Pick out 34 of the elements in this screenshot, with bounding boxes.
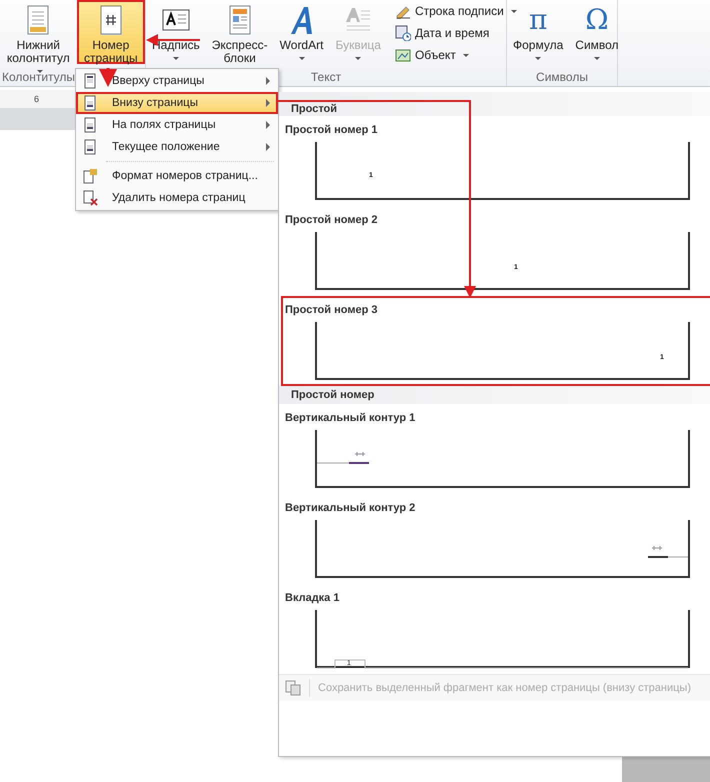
group-label: Символы (536, 70, 588, 84)
section-header: Простой (279, 92, 710, 116)
omega-icon: Ω (585, 5, 609, 35)
ribbon-button[interactable]: Ω Символ (569, 0, 625, 64)
page-icon (82, 73, 98, 89)
menu-item[interactable]: Текущее положение (76, 136, 278, 158)
menu-item[interactable]: Формат номеров страниц... (76, 165, 278, 187)
object-icon (394, 47, 411, 63)
group-label: Колонтитулы (2, 70, 76, 84)
submenu-arrow-icon (266, 99, 270, 107)
section-header: Простой номер (279, 386, 710, 404)
format-icon (82, 168, 98, 184)
submenu-arrow-icon (266, 143, 270, 151)
delete-icon (82, 190, 98, 206)
ruler: 6 (0, 90, 75, 108)
menu-item[interactable]: На полях страницы (76, 114, 278, 136)
ribbon-button[interactable]: Нижний колонтитул (0, 0, 77, 64)
ribbon-button[interactable]: WordArt (274, 0, 330, 64)
page-icon (82, 95, 98, 111)
menu-item[interactable]: Внизу страницы (76, 92, 278, 114)
page-icon (82, 117, 98, 133)
gallery-item[interactable]: Вертикальный контур 1 (281, 404, 710, 494)
submenu-arrow-icon (266, 121, 270, 129)
submenu-arrow-icon (266, 77, 270, 85)
pi-icon: π (528, 5, 548, 35)
menu-item[interactable]: Удалить номера страниц (76, 187, 278, 209)
menu-item[interactable]: Вверху страницы (76, 70, 278, 92)
page-icon (82, 139, 98, 155)
date-time-icon (394, 25, 411, 41)
save-icon (285, 680, 301, 696)
gallery-item[interactable]: Вертикальный контур 2 (281, 494, 710, 584)
group-label: Текст (310, 70, 342, 84)
ribbon-button[interactable]: Номер страницы (76, 0, 145, 64)
ribbon-button[interactable]: Надпись (146, 0, 206, 64)
